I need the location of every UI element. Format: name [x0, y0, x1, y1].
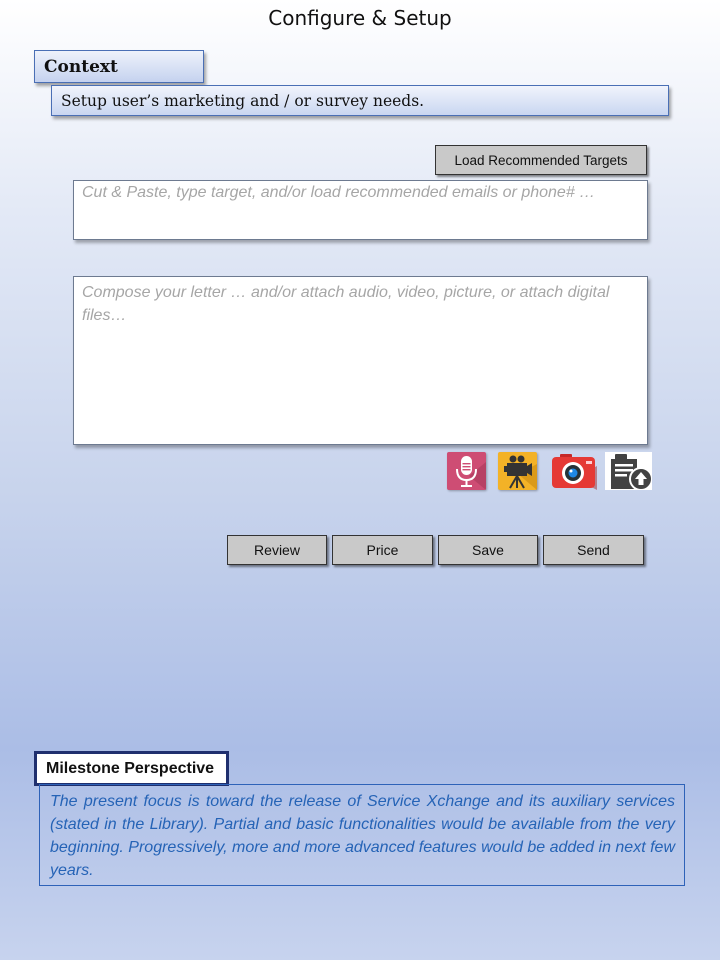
file-upload-icon [605, 452, 653, 491]
context-label: Context [34, 50, 204, 83]
review-button[interactable]: Review [227, 535, 327, 565]
milestone-perspective-label: Milestone Perspective [34, 751, 229, 786]
load-recommended-targets-button[interactable]: Load Recommended Targets [435, 145, 647, 175]
save-button[interactable]: Save [438, 535, 538, 565]
send-button[interactable]: Send [543, 535, 644, 565]
compose-letter-input[interactable] [73, 276, 648, 445]
targets-input[interactable] [73, 180, 648, 240]
attach-file-button[interactable] [605, 452, 653, 491]
price-button[interactable]: Price [332, 535, 433, 565]
context-description: Setup user’s marketing and / or survey n… [51, 85, 669, 116]
video-camera-icon [504, 455, 537, 490]
record-video-button[interactable] [498, 452, 537, 490]
page-title: Configure & Setup [268, 6, 452, 30]
milestone-description: The present focus is toward the release … [39, 784, 685, 886]
record-audio-button[interactable] [447, 452, 486, 490]
take-photo-button[interactable] [550, 452, 597, 490]
microphone-icon [456, 456, 486, 490]
photo-camera-icon [552, 454, 597, 490]
